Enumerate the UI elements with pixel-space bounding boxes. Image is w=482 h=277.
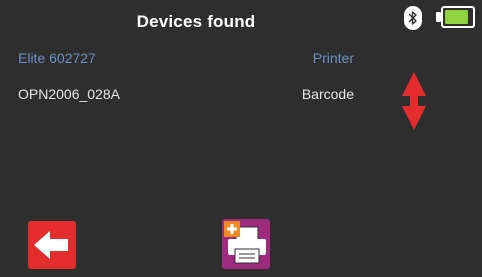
back-button[interactable] bbox=[28, 221, 76, 269]
battery-icon bbox=[441, 6, 475, 28]
device-type: Printer bbox=[312, 50, 354, 66]
battery-level-fill bbox=[445, 10, 468, 24]
device-row-selected[interactable]: Elite 602727 Printer bbox=[18, 50, 354, 72]
device-name: OPN2006_028A bbox=[18, 86, 120, 102]
device-type: Barcode bbox=[301, 86, 354, 102]
add-printer-icon bbox=[224, 221, 266, 264]
device-name: Elite 602727 bbox=[18, 50, 96, 66]
bluetooth-icon bbox=[404, 6, 422, 30]
back-arrow-icon bbox=[34, 231, 68, 259]
scroll-up-arrow bbox=[402, 72, 426, 96]
scroll-down-arrow bbox=[402, 106, 426, 130]
screen: Devices found Elite 602727 Printer OPN20… bbox=[0, 0, 482, 277]
device-row[interactable]: OPN2006_028A Barcode bbox=[18, 86, 354, 108]
page-title: Devices found bbox=[136, 12, 256, 31]
up-down-arrows-icon[interactable] bbox=[402, 72, 426, 130]
add-printer-button[interactable] bbox=[222, 219, 270, 269]
